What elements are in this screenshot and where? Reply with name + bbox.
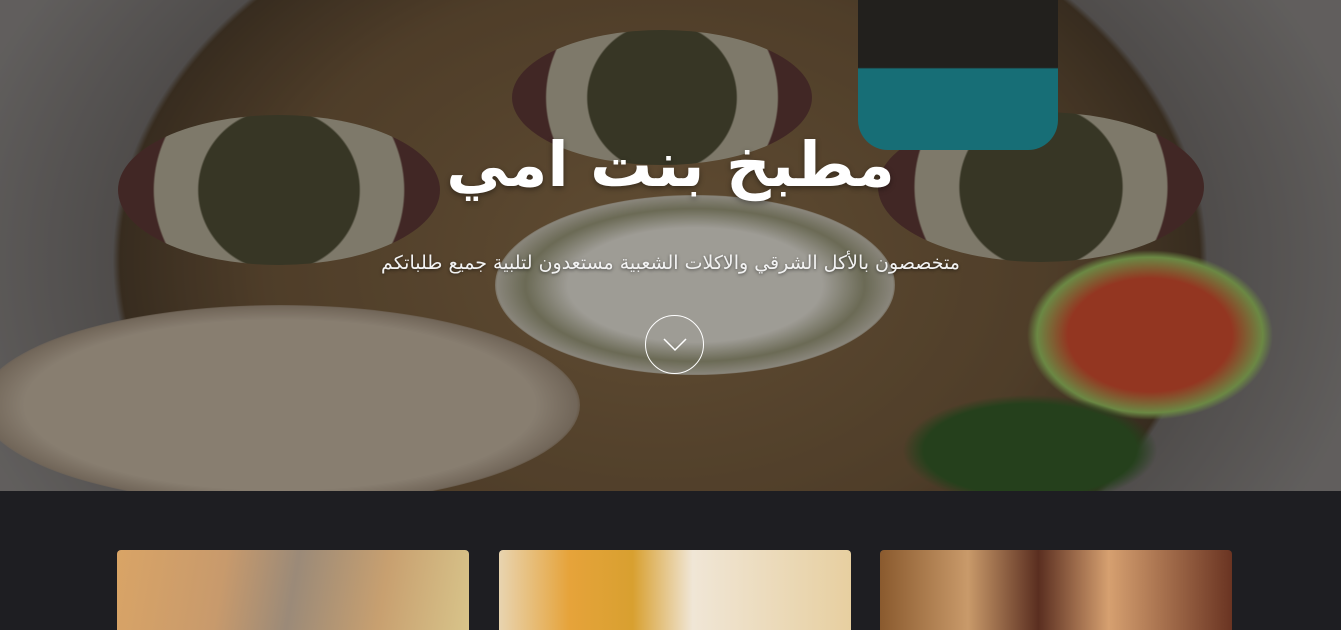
food-card-2[interactable]	[499, 550, 851, 630]
hero-overlay	[0, 0, 1341, 491]
scroll-down-button[interactable]	[645, 315, 704, 374]
chevron-down-icon	[663, 338, 687, 352]
hero-subtitle: متخصصون بالأكل الشرقي والاكلات الشعبية م…	[381, 252, 960, 274]
food-card-1[interactable]	[117, 550, 469, 630]
hero-section: مطبخ بنت امي متخصصون بالأكل الشرقي والاك…	[0, 0, 1341, 491]
hero-title: مطبخ بنت امي	[446, 128, 895, 201]
food-card-3[interactable]	[880, 550, 1232, 630]
